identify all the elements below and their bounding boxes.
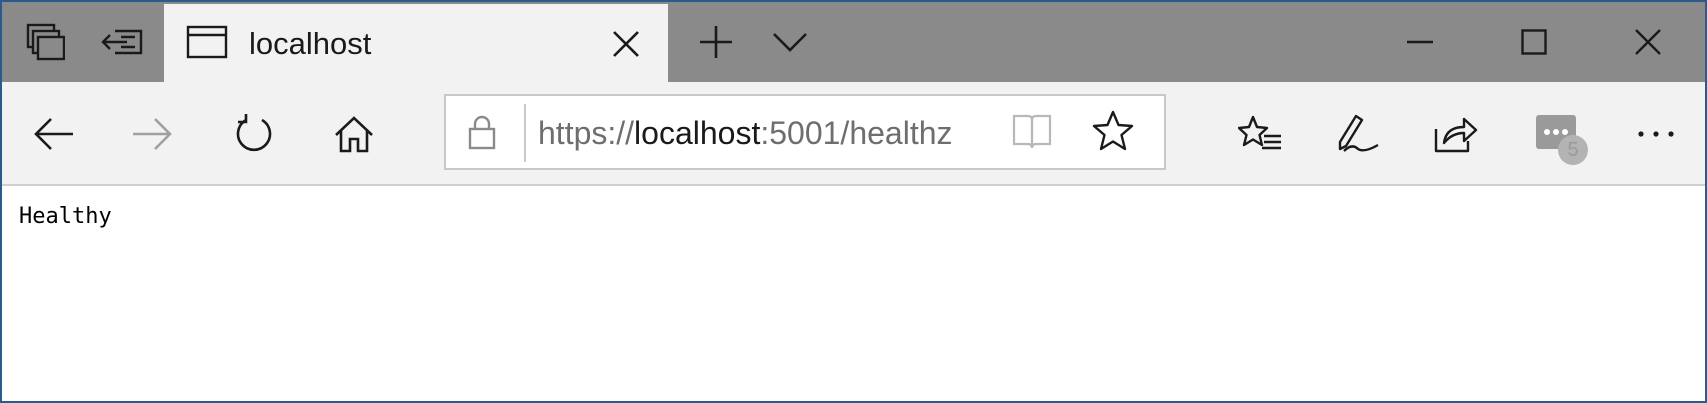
favorites-list-icon [1238, 115, 1281, 150]
url-host: localhost [634, 115, 761, 151]
lock-icon [468, 115, 496, 150]
tab-manager-button[interactable] [14, 2, 76, 82]
url-path: :5001/healthz [760, 115, 953, 151]
window-close-button[interactable] [1618, 2, 1678, 82]
minimize-button[interactable] [1390, 2, 1450, 82]
favorite-star-icon [1092, 110, 1134, 151]
forward-button[interactable] [122, 104, 182, 164]
favorites-button[interactable] [1230, 104, 1290, 164]
new-tab-button[interactable] [686, 2, 746, 82]
share-icon [1434, 117, 1478, 153]
window-close-icon [1635, 29, 1661, 55]
url-scheme: https:// [538, 115, 635, 151]
set-aside-tabs-icon [101, 29, 143, 55]
title-bar: localhost [2, 2, 1705, 82]
more-button[interactable] [1626, 104, 1686, 164]
refresh-button[interactable] [224, 104, 284, 164]
refresh-icon [236, 114, 272, 152]
new-tab-icon [700, 26, 732, 58]
home-icon [335, 116, 373, 153]
share-button[interactable] [1426, 104, 1486, 164]
response-text: Healthy [19, 204, 112, 229]
back-button[interactable] [24, 104, 84, 164]
forward-icon [133, 118, 172, 150]
tab-title: localhost [249, 26, 372, 61]
extension-badge: 5 [1558, 135, 1588, 165]
maximize-button[interactable] [1504, 2, 1564, 82]
maximize-icon [1521, 29, 1547, 55]
tab-page-icon [186, 25, 228, 59]
notes-button[interactable] [1328, 104, 1388, 164]
tab-preview-toggle[interactable] [760, 2, 820, 82]
chevron-down-icon [773, 33, 807, 52]
more-icon [1638, 131, 1674, 137]
address-separator [524, 104, 526, 162]
back-icon [34, 118, 73, 150]
reading-view-icon [1012, 114, 1052, 149]
tab-manager-icon [26, 23, 65, 61]
add-favorite-button[interactable] [1092, 110, 1134, 157]
active-tab[interactable]: localhost [164, 4, 668, 82]
navigation-bar: https://localhost:5001/healthz 5 [2, 82, 1705, 186]
close-tab-button[interactable] [604, 22, 648, 66]
set-aside-tabs-button[interactable] [92, 2, 154, 82]
reading-view-button[interactable] [1012, 112, 1052, 155]
browser-window: localhost https://localhost:5001/healthz… [0, 0, 1707, 403]
address-bar[interactable]: https://localhost:5001/healthz [444, 94, 1166, 170]
minimize-icon [1407, 40, 1433, 44]
home-button[interactable] [324, 104, 384, 164]
pen-icon [1338, 114, 1379, 152]
url-text[interactable]: https://localhost:5001/healthz [538, 113, 953, 153]
close-icon [613, 31, 639, 57]
page-content: Healthy [2, 186, 1705, 401]
